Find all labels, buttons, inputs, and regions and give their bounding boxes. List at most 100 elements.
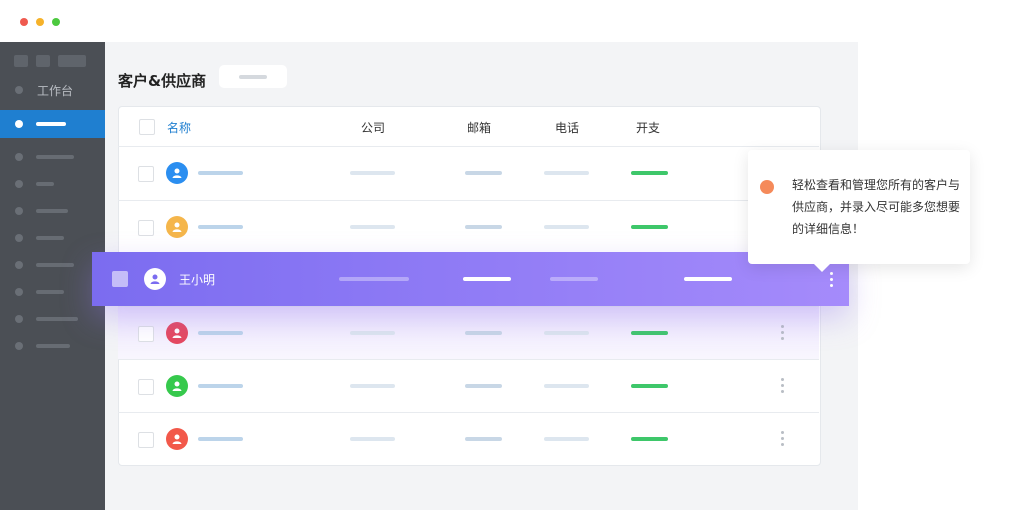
phone-placeholder (544, 331, 589, 335)
sidebar-item[interactable] (0, 197, 105, 225)
expense-bar (631, 384, 668, 388)
email-placeholder (465, 437, 502, 441)
column-header-email[interactable]: 邮箱 (467, 119, 491, 136)
sidebar-item-placeholder (36, 122, 66, 126)
sidebar-item-placeholder (36, 263, 74, 267)
sidebar-item[interactable] (0, 305, 105, 333)
toolbar-icon[interactable] (58, 55, 86, 67)
row-checkbox[interactable] (138, 379, 154, 395)
avatar (166, 162, 188, 184)
more-options-icon[interactable] (781, 378, 785, 396)
user-icon (172, 381, 182, 391)
close-window-icon[interactable] (20, 18, 28, 26)
sidebar-item[interactable] (0, 170, 105, 198)
more-options-icon[interactable] (781, 431, 785, 449)
user-icon (150, 274, 160, 284)
dot-icon (15, 315, 23, 323)
dot-icon (15, 261, 23, 269)
maximize-window-icon[interactable] (52, 18, 60, 26)
user-icon (172, 328, 182, 338)
dot-icon (15, 86, 23, 94)
user-icon (172, 222, 182, 232)
sidebar-item-placeholder (36, 155, 74, 159)
sidebar-item-workbench[interactable]: 工作台 (0, 76, 105, 104)
sidebar-item-active[interactable] (0, 110, 105, 138)
column-header-company[interactable]: 公司 (361, 119, 385, 136)
table-row[interactable] (118, 306, 819, 359)
dot-icon (15, 234, 23, 242)
dot-icon (15, 342, 23, 350)
email-placeholder (463, 277, 511, 281)
row-checkbox[interactable] (138, 220, 154, 236)
page-title: 客户&供应商 (118, 72, 207, 90)
phone-placeholder (544, 171, 589, 175)
select-all-checkbox[interactable] (139, 119, 155, 135)
dot-icon (15, 120, 23, 128)
email-placeholder (465, 384, 502, 388)
sidebar-item[interactable] (0, 251, 105, 279)
sidebar-item[interactable] (0, 224, 105, 252)
name-placeholder (198, 331, 243, 335)
column-header-name[interactable]: 名称 (167, 119, 191, 136)
expense-bar (631, 437, 668, 441)
table-row[interactable] (118, 200, 819, 253)
sidebar-item[interactable] (0, 278, 105, 306)
sidebar-item-placeholder (36, 344, 70, 348)
row-checkbox[interactable] (112, 271, 128, 287)
highlighted-row[interactable]: 王小明 (92, 252, 849, 306)
sidebar: 工作台 (0, 42, 105, 510)
sidebar-item-placeholder (36, 236, 64, 240)
sidebar-toolbar (14, 55, 86, 67)
table-header: 名称 公司 邮箱 电话 开支 (119, 107, 820, 147)
dot-icon (15, 207, 23, 215)
name-placeholder (198, 171, 243, 175)
sidebar-item-label: 工作台 (37, 83, 74, 98)
info-tooltip: 轻松查看和管理您所有的客户与供应商，并录入尽可能多您想要的详细信息！ (748, 150, 970, 272)
company-placeholder (350, 437, 395, 441)
sidebar-item-placeholder (36, 182, 54, 186)
row-checkbox[interactable] (138, 326, 154, 342)
row-checkbox[interactable] (138, 432, 154, 448)
tooltip-text: 轻松查看和管理您所有的客户与供应商，并录入尽可能多您想要的详细信息！ (792, 178, 961, 236)
avatar (166, 216, 188, 238)
name-placeholder (198, 225, 243, 229)
avatar (144, 268, 166, 290)
avatar (166, 428, 188, 450)
sidebar-item[interactable] (0, 143, 105, 171)
avatar (166, 322, 188, 344)
window-controls (20, 18, 60, 26)
placeholder-text (239, 75, 267, 79)
sidebar-item-placeholder (36, 209, 68, 213)
minimize-window-icon[interactable] (36, 18, 44, 26)
expense-bar (631, 225, 668, 229)
toolbar-icon[interactable] (14, 55, 28, 67)
user-icon (172, 168, 182, 178)
company-placeholder (339, 277, 409, 281)
column-header-expense[interactable]: 开支 (636, 119, 660, 136)
expense-bar (631, 331, 668, 335)
user-icon (172, 434, 182, 444)
more-options-icon[interactable] (781, 325, 785, 343)
sidebar-item-placeholder (36, 290, 64, 294)
more-options-icon[interactable] (830, 272, 833, 290)
phone-placeholder (544, 437, 589, 441)
dot-icon (760, 180, 774, 194)
column-header-phone[interactable]: 电话 (555, 119, 579, 136)
toolbar-icon[interactable] (36, 55, 50, 67)
avatar (166, 375, 188, 397)
phone-placeholder (544, 384, 589, 388)
table-row[interactable] (118, 412, 819, 465)
company-placeholder (350, 384, 395, 388)
sidebar-item[interactable] (0, 332, 105, 360)
company-placeholder (350, 171, 395, 175)
company-placeholder (350, 225, 395, 229)
dot-icon (15, 180, 23, 188)
table-row[interactable] (118, 146, 819, 199)
dot-icon (15, 288, 23, 296)
dot-icon (15, 153, 23, 161)
filter-button[interactable] (219, 65, 287, 88)
email-placeholder (465, 225, 502, 229)
row-checkbox[interactable] (138, 166, 154, 182)
expense-bar (684, 277, 732, 281)
table-row[interactable] (118, 359, 819, 412)
